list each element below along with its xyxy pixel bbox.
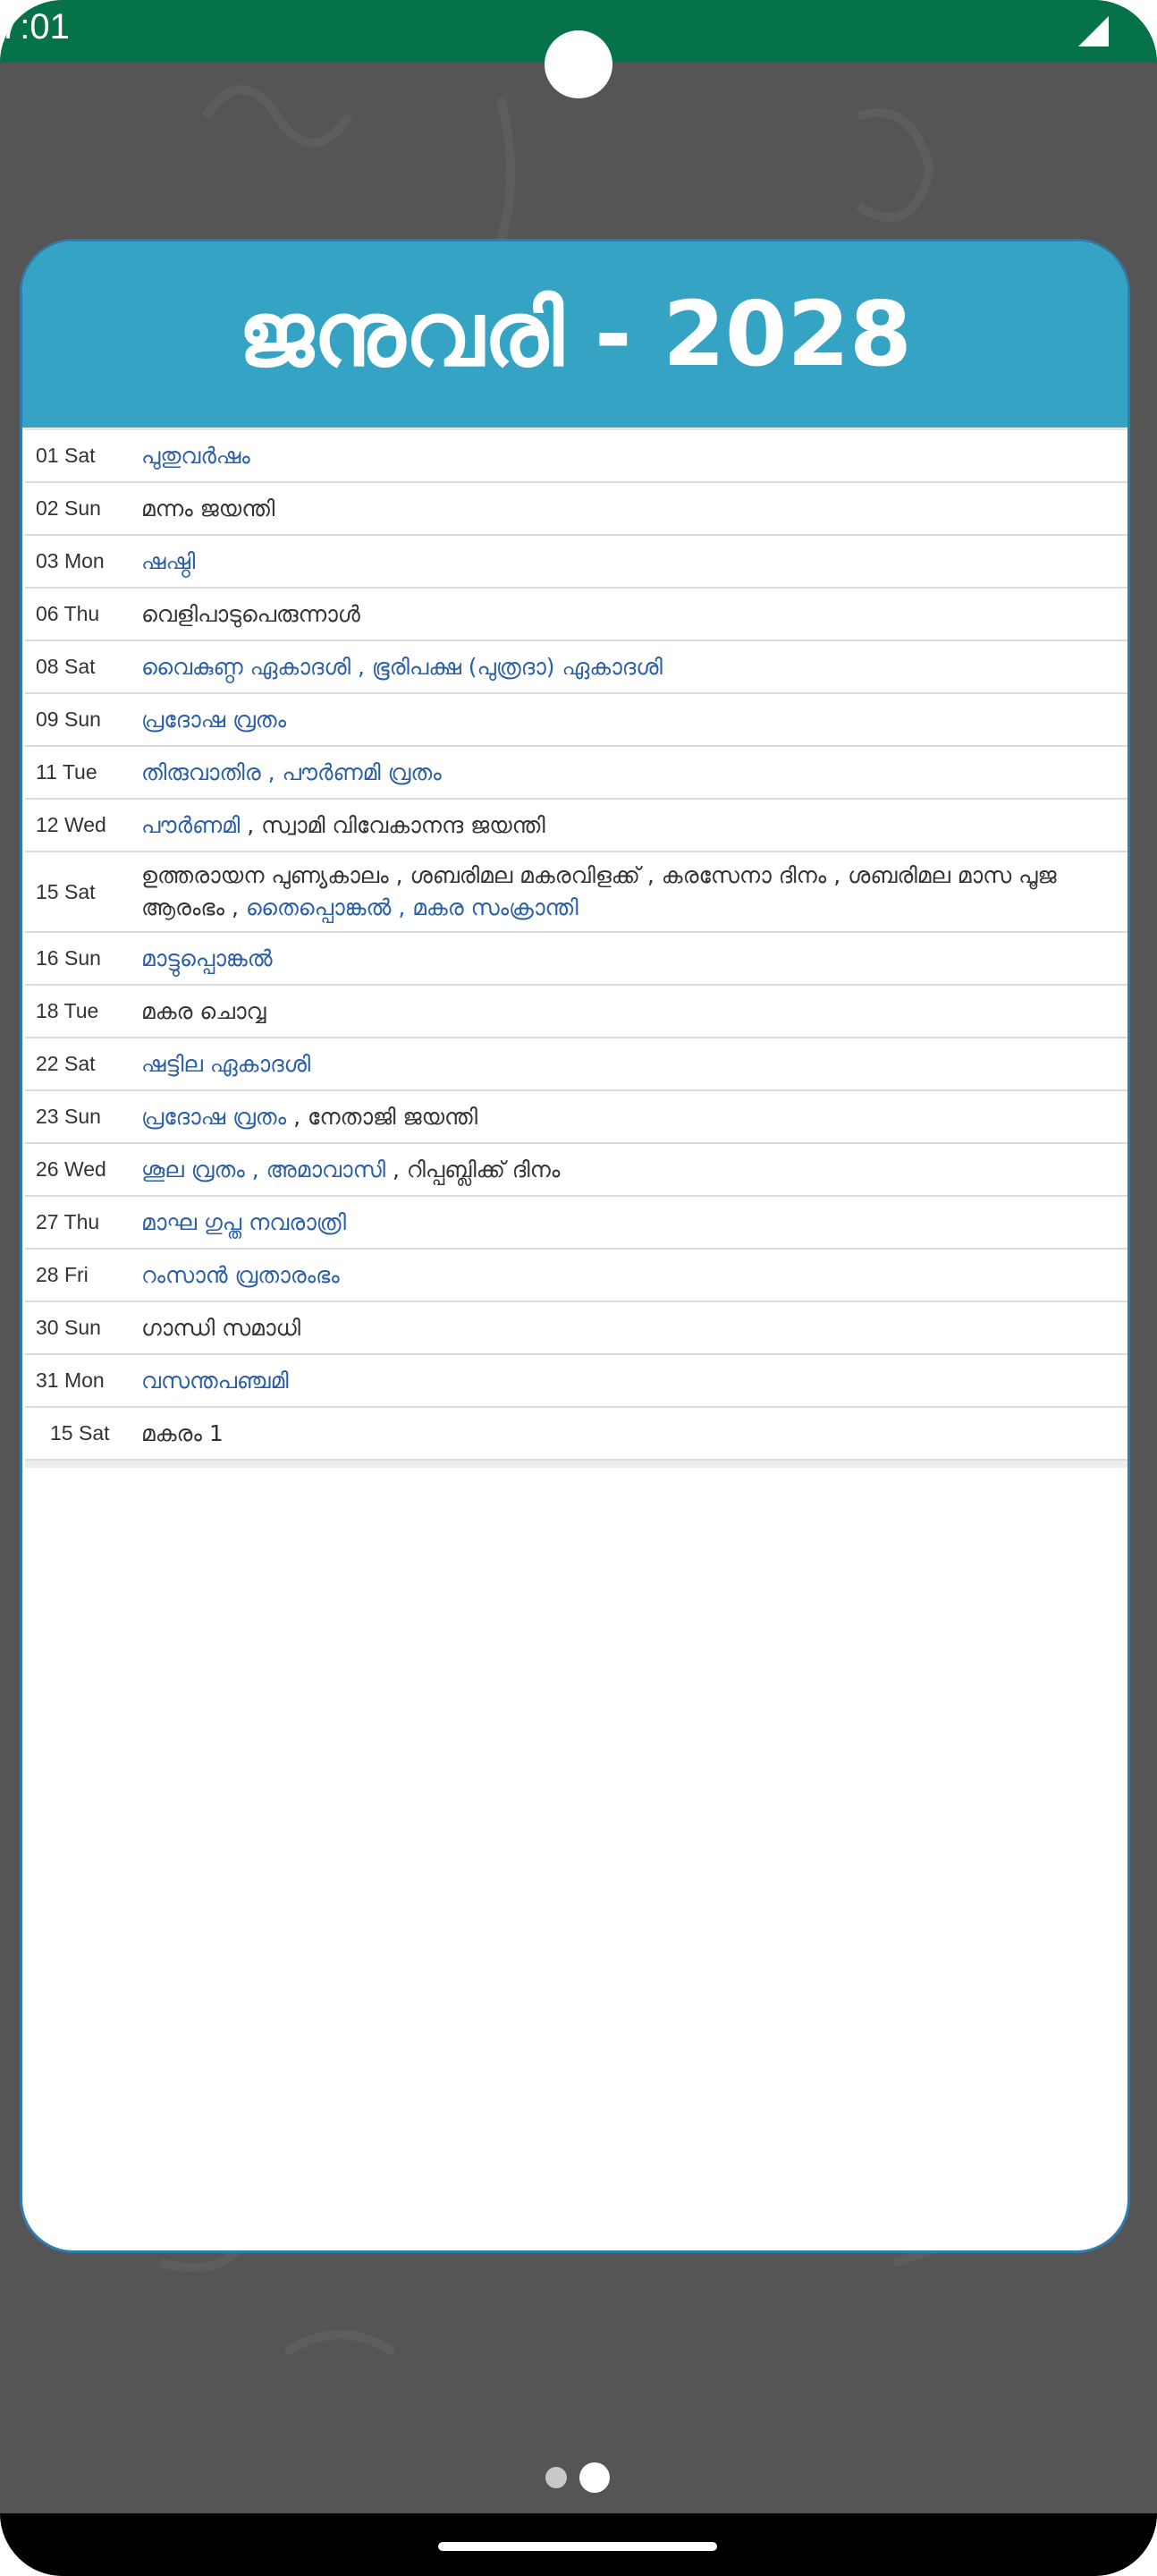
event-date: 31 Mon xyxy=(36,1368,105,1392)
event-text: , റിപ്പബ്ലിക്ക് ദിനം xyxy=(385,1156,561,1182)
signal-icon xyxy=(1078,16,1109,47)
event-date: 16 Sun xyxy=(36,946,101,970)
event-row: 06 Thu വെളിപാടുപെരുന്നാൾ xyxy=(25,589,1127,641)
event-description: വെളിപാടുപെരുന്നാൾ xyxy=(141,598,366,631)
event-row: 12 Wed പൗർണമി , സ്വാമി വിവേകാനന്ദ ജയന്തി xyxy=(25,800,1127,852)
event-description: തിരുവാതിര , പൗർണമി വ്രതം xyxy=(141,757,447,789)
event-row: 31 Mon വസന്തപഞ്ചമി xyxy=(25,1355,1127,1408)
event-date: 12 Wed xyxy=(36,813,106,836)
event-date: 09 Sun xyxy=(36,708,101,731)
page-indicator xyxy=(0,2456,1157,2493)
event-description: ശൂല വ്രതം , അമാവാസി , റിപ്പബ്ലിക്ക് ദിനം xyxy=(141,1154,565,1186)
page-dot-1[interactable] xyxy=(545,2467,567,2488)
event-text: മകര ചൊവ്വ xyxy=(141,997,266,1024)
event-date: 15 Sat xyxy=(50,1421,110,1445)
event-description: പ്രദോഷ വ്രതം xyxy=(141,704,291,736)
event-row: 01 Sat പുതുവർഷം xyxy=(25,430,1127,483)
event-link[interactable]: പുതുവർഷം xyxy=(141,443,250,469)
event-date: 01 Sat xyxy=(36,444,96,467)
event-date: 03 Mon xyxy=(36,549,105,572)
event-description: വസന്തപഞ്ചമി xyxy=(141,1365,294,1397)
status-time: 7:01 xyxy=(0,7,70,47)
event-row: 27 Thu മാഘ ഗുപ്ത നവരാത്രി xyxy=(25,1197,1127,1250)
event-row: 08 Sat വൈകുണ്ഠ ഏകാദശി , ഭൂരിപക്ഷ (പുത്രദാ… xyxy=(25,641,1127,694)
navigation-bar xyxy=(0,2513,1157,2576)
event-row: 16 Sun മാട്ടുപ്പൊങ്കൽ xyxy=(25,933,1127,986)
event-row: 09 Sun പ്രദോഷ വ്രതം xyxy=(25,694,1127,747)
event-row: 15 Sat ഉത്തരായന പുണ്യകാലം , ശബരിമല മകരവിള… xyxy=(25,852,1127,933)
events-list: 01 Sat പുതുവർഷം 02 Sun മന്നം ജയന്തി 03 Mon ഷഷ… xyxy=(25,428,1127,1468)
event-row: 03 Mon ഷഷ്ഠി xyxy=(25,536,1127,589)
event-date: 06 Thu xyxy=(36,602,100,625)
event-link[interactable]: ശൂല വ്രതം , അമാവാസി xyxy=(141,1157,385,1182)
event-link[interactable]: പ്രദോഷ വ്രതം xyxy=(141,1104,286,1130)
event-row: 02 Sun മന്നം ജയന്തി xyxy=(25,483,1127,536)
event-date: 28 Fri xyxy=(36,1263,89,1286)
event-date: 23 Sun xyxy=(36,1105,101,1128)
event-text: , നേതാജി ജയന്തി xyxy=(286,1103,478,1130)
event-row: 28 Fri റംസാൻ വ്രതാരംഭം xyxy=(25,1250,1127,1302)
event-description: പുതുവർഷം xyxy=(141,440,256,472)
event-link[interactable]: പ്രദോഷ വ്രതം xyxy=(141,707,286,733)
event-date: 26 Wed xyxy=(36,1157,106,1181)
month-header: ജനുവരി - 2028 xyxy=(22,242,1127,428)
event-text: മകരം 1 xyxy=(141,1419,224,1446)
event-link[interactable]: ഷഷ്ഠി xyxy=(141,548,195,574)
event-description: വൈകുണ്ഠ ഏകാദശി , ഭൂരിപക്ഷ (പുത്രദാ) ഏകാദ… xyxy=(141,651,668,683)
event-row: 22 Sat ഷട്ടില ഏകാദശി xyxy=(25,1038,1127,1091)
event-description: മന്നം ജയന്തി xyxy=(141,493,280,525)
event-description: ഷട്ടില ഏകാദശി xyxy=(141,1048,316,1080)
event-description: മകരം 1 xyxy=(141,1418,229,1450)
event-description: റംസാൻ വ്രതാരംഭം xyxy=(141,1259,345,1292)
event-description: മാഘ ഗുപ്ത നവരാത്രി xyxy=(141,1207,351,1239)
event-date: 27 Thu xyxy=(36,1210,100,1233)
event-link[interactable]: തിരുവാതിര , പൗർണമി വ്രതം xyxy=(141,759,442,785)
event-date: 11 Tue xyxy=(36,760,97,784)
event-link[interactable]: റംസാൻ വ്രതാരംഭം xyxy=(141,1262,340,1288)
event-link[interactable]: മാട്ടുപ്പൊങ്കൽ xyxy=(141,945,273,971)
event-row: 26 Wed ശൂല വ്രതം , അമാവാസി , റിപ്പബ്ലിക്ക… xyxy=(25,1144,1127,1197)
event-link[interactable]: പൗർണമി xyxy=(141,812,240,838)
event-link[interactable]: തൈപ്പൊങ്കൽ , മകര സംക്രാന്തി xyxy=(246,894,578,920)
event-row: 15 Sat മകരം 1 xyxy=(25,1408,1127,1461)
event-row: 30 Sun ഗാന്ധി സമാധി xyxy=(25,1302,1127,1355)
event-date: 30 Sun xyxy=(36,1316,101,1339)
event-date: 08 Sat xyxy=(36,655,96,678)
event-text: വെളിപാടുപെരുന്നാൾ xyxy=(141,600,360,627)
event-date: 18 Tue xyxy=(36,999,99,1022)
event-row: 23 Sun പ്രദോഷ വ്രതം , നേതാജി ജയന്തി xyxy=(25,1091,1127,1144)
event-description: പ്രദോഷ വ്രതം , നേതാജി ജയന്തി xyxy=(141,1101,483,1133)
event-description: പൗർണമി , സ്വാമി വിവേകാനന്ദ ജയന്തി xyxy=(141,809,551,842)
event-text: മന്നം ജയന്തി xyxy=(141,495,275,521)
event-row: 11 Tue തിരുവാതിര , പൗർണമി വ്രതം xyxy=(25,747,1127,800)
camera-cutout xyxy=(545,30,612,98)
event-link[interactable]: വൈകുണ്ഠ ഏകാദശി , ഭൂരിപക്ഷ (പുത്രദാ) ഏകാദ… xyxy=(141,654,663,680)
event-text: , സ്വാമി വിവേകാനന്ദ ജയന്തി xyxy=(240,811,545,838)
event-date: 22 Sat xyxy=(36,1052,96,1075)
event-description: ഗാന്ധി സമാധി xyxy=(141,1312,306,1344)
event-description: ഷഷ്ഠി xyxy=(141,546,200,578)
event-date: 02 Sun xyxy=(36,496,101,520)
event-date: 15 Sat xyxy=(36,879,96,903)
month-title: ജനുവരി - 2028 xyxy=(238,282,912,386)
home-indicator[interactable] xyxy=(438,2542,717,2551)
event-link[interactable]: ഷട്ടില ഏകാദശി xyxy=(141,1051,310,1077)
event-link[interactable]: വസന്തപഞ്ചമി xyxy=(141,1368,289,1394)
event-link[interactable]: മാഘ ഗുപ്ത നവരാത്രി xyxy=(141,1209,346,1235)
phone-screen: 7:01 ജനുവരി - 2028 01 Sat പുതുവർഷം 02 Sun മ… xyxy=(0,0,1157,2576)
event-row: 18 Tue മകര ചൊവ്വ xyxy=(25,986,1127,1038)
page-dot-2-active[interactable] xyxy=(579,2462,610,2493)
event-description: മകര ചൊവ്വ xyxy=(141,996,271,1028)
event-text: ഗാന്ധി സമാധി xyxy=(141,1314,301,1341)
month-card: ജനുവരി - 2028 01 Sat പുതുവർഷം 02 Sun മന്നം … xyxy=(20,239,1130,2253)
event-description: മാട്ടുപ്പൊങ്കൽ xyxy=(141,943,278,975)
list-footer-divider xyxy=(25,1461,1127,1468)
event-description: ഉത്തരായന പുണ്യകാലം , ശബരിമല മകരവിളക്ക് ,… xyxy=(141,860,1127,924)
